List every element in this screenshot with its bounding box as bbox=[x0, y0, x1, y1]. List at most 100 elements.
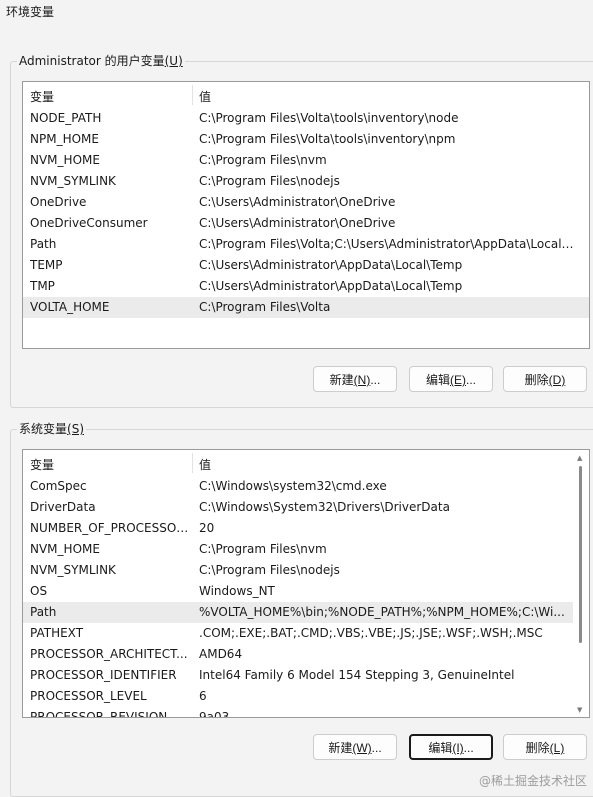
variable-value: C:\Users\Administrator\AppData\Local\Tem… bbox=[199, 258, 463, 272]
table-row[interactable]: PATHEXT .COM;.EXE;.BAT;.CMD;.VBS;.VBE;.JS… bbox=[23, 623, 589, 644]
variable-name: NVM_HOME bbox=[30, 153, 100, 167]
variable-name: DriverData bbox=[30, 500, 96, 514]
user-new-button[interactable]: 新建(N)... bbox=[313, 366, 397, 392]
system-variables-scrollbar[interactable]: ▲ ▼ bbox=[573, 450, 589, 717]
table-row[interactable]: NVM_HOME C:\Program Files\nvm bbox=[23, 539, 589, 560]
table-row[interactable]: OneDrive C:\Users\Administrator\OneDrive bbox=[23, 192, 589, 213]
variable-name: PROCESSOR_LEVEL bbox=[30, 689, 147, 703]
column-header-value[interactable]: 值 bbox=[199, 456, 211, 473]
variable-name: TEMP bbox=[30, 258, 63, 272]
table-row[interactable]: NVM_SYMLINK C:\Program Files\nodejs bbox=[23, 171, 589, 192]
user-new-suffix: ... bbox=[370, 373, 381, 387]
system-edit-button[interactable]: 编辑(I)... bbox=[409, 734, 493, 760]
table-row[interactable]: PROCESSOR_LEVEL 6 bbox=[23, 686, 589, 707]
variable-value: 9a03 bbox=[199, 710, 230, 718]
table-row[interactable]: NPM_HOME C:\Program Files\Volta\tools\inv… bbox=[23, 129, 589, 150]
variable-value: C:\Program Files\Volta bbox=[199, 300, 331, 314]
variable-value: AMD64 bbox=[199, 647, 243, 661]
variable-value: .COM;.EXE;.BAT;.CMD;.VBS;.VBE;.JS;.JSE;.… bbox=[199, 626, 543, 640]
table-row[interactable]: NUMBER_OF_PROCESSORS 20 bbox=[23, 518, 589, 539]
variable-value: C:\Program Files\Volta\tools\inventory\n… bbox=[199, 111, 459, 125]
variable-value: C:\Program Files\nvm bbox=[199, 542, 327, 556]
user-new-label: 新建 bbox=[329, 373, 354, 387]
system-new-mnemonic: (W) bbox=[352, 741, 372, 755]
user-variables-label: Administrator 的用户变量 bbox=[19, 54, 165, 68]
variable-name: Path bbox=[30, 237, 57, 251]
system-edit-suffix: ... bbox=[463, 741, 474, 755]
table-row[interactable]: TEMP C:\Users\Administrator\AppData\Local… bbox=[23, 255, 589, 276]
system-new-label: 新建 bbox=[328, 741, 353, 755]
variable-name: OneDriveConsumer bbox=[30, 216, 148, 230]
variable-value: %VOLTA_HOME%\bin;%NODE_PATH%;%NPM_HOME%;… bbox=[199, 605, 565, 619]
user-edit-button[interactable]: 编辑(E)... bbox=[409, 366, 493, 392]
user-edit-label: 编辑 bbox=[425, 373, 450, 387]
system-delete-label: 删除 bbox=[525, 741, 550, 755]
user-variables-list[interactable]: 变量 值 NODE_PATH C:\Program Files\Volta\too… bbox=[22, 81, 590, 349]
user-delete-mnemonic: (D) bbox=[548, 373, 566, 387]
variable-value: 20 bbox=[199, 521, 215, 535]
user-variables-rows: NODE_PATH C:\Program Files\Volta\tools\in… bbox=[23, 108, 589, 318]
user-variables-mnemonic: (U) bbox=[164, 54, 183, 68]
table-row[interactable]: VOLTA_HOME C:\Program Files\Volta bbox=[23, 297, 589, 318]
system-delete-button[interactable]: 删除(L) bbox=[503, 734, 587, 760]
system-new-button[interactable]: 新建(W)... bbox=[313, 734, 397, 760]
table-row[interactable]: TMP C:\Users\Administrator\AppData\Local\… bbox=[23, 276, 589, 297]
table-row[interactable]: ComSpec C:\Windows\system32\cmd.exe bbox=[23, 476, 589, 497]
column-header-name[interactable]: 变量 bbox=[30, 456, 54, 473]
variable-name: NPM_HOME bbox=[30, 132, 99, 146]
table-row[interactable]: PROCESSOR_ARCHITECT... AMD64 bbox=[23, 644, 589, 665]
system-variables-label: 系统变量 bbox=[19, 422, 68, 436]
column-header-name[interactable]: 变量 bbox=[30, 88, 54, 105]
user-delete-button[interactable]: 删除(D) bbox=[503, 366, 587, 392]
system-edit-mnemonic: (I) bbox=[452, 741, 464, 755]
system-variables-header: 变量 值 bbox=[23, 450, 589, 476]
column-divider[interactable] bbox=[192, 85, 193, 105]
table-row[interactable]: NVM_SYMLINK C:\Program Files\nodejs bbox=[23, 560, 589, 581]
variable-value: C:\Program Files\Volta;C:\Users\Administ… bbox=[199, 237, 577, 251]
variable-name: TMP bbox=[30, 279, 55, 293]
variable-value: C:\Windows\system32\cmd.exe bbox=[199, 479, 387, 493]
scroll-up-arrow-icon[interactable]: ▲ bbox=[577, 454, 582, 462]
scrollbar-thumb[interactable] bbox=[579, 466, 582, 643]
table-row[interactable]: NODE_PATH C:\Program Files\Volta\tools\in… bbox=[23, 108, 589, 129]
column-header-value[interactable]: 值 bbox=[199, 88, 211, 105]
table-row[interactable]: Path %VOLTA_HOME%\bin;%NODE_PATH%;%NPM_HO… bbox=[23, 602, 589, 623]
variable-name: NVM_SYMLINK bbox=[30, 563, 116, 577]
user-delete-label: 删除 bbox=[524, 373, 549, 387]
table-row[interactable]: PROCESSOR_REVISION 9a03 bbox=[23, 707, 589, 718]
window-title: 环境变量 bbox=[6, 5, 55, 19]
variable-value: C:\Users\Administrator\OneDrive bbox=[199, 195, 396, 209]
table-row[interactable]: OS Windows_NT bbox=[23, 581, 589, 602]
variable-name: PATHEXT bbox=[30, 626, 84, 640]
table-row[interactable]: PROCESSOR_IDENTIFIER Intel64 Family 6 Mod… bbox=[23, 665, 589, 686]
variable-name: VOLTA_HOME bbox=[30, 300, 110, 314]
system-variables-legend: 系统变量(S) bbox=[17, 421, 86, 437]
user-edit-mnemonic: (E) bbox=[450, 373, 466, 387]
table-row[interactable]: Path C:\Program Files\Volta;C:\Users\Admi… bbox=[23, 234, 589, 255]
variable-name: NVM_HOME bbox=[30, 542, 100, 556]
column-divider[interactable] bbox=[192, 453, 193, 473]
variable-name: NUMBER_OF_PROCESSORS bbox=[30, 521, 190, 535]
variable-value: C:\Program Files\nodejs bbox=[199, 174, 340, 188]
system-variables-list[interactable]: 变量 值 ComSpec C:\Windows\system32\cmd.exe D… bbox=[22, 449, 590, 718]
system-delete-mnemonic: (L) bbox=[549, 741, 565, 755]
user-variables-header: 变量 值 bbox=[23, 82, 589, 108]
variable-value: 6 bbox=[199, 689, 207, 703]
variable-name: PROCESSOR_ARCHITECT... bbox=[30, 647, 188, 661]
table-row[interactable]: NVM_HOME C:\Program Files\nvm bbox=[23, 150, 589, 171]
watermark: @稀土掘金技术社区 bbox=[478, 774, 587, 788]
user-variables-legend: Administrator 的用户变量(U) bbox=[17, 53, 185, 69]
variable-value: C:\Program Files\nvm bbox=[199, 153, 327, 167]
variable-value: Intel64 Family 6 Model 154 Stepping 3, G… bbox=[199, 668, 515, 682]
variable-name: NODE_PATH bbox=[30, 111, 102, 125]
variable-name: Path bbox=[30, 605, 57, 619]
variable-name: PROCESSOR_IDENTIFIER bbox=[30, 668, 177, 682]
table-row[interactable]: DriverData C:\Windows\System32\Drivers\Dr… bbox=[23, 497, 589, 518]
variable-name: OS bbox=[30, 584, 48, 598]
variable-name: ComSpec bbox=[30, 479, 87, 493]
user-edit-suffix: ... bbox=[466, 373, 477, 387]
user-new-mnemonic: (N) bbox=[353, 373, 371, 387]
system-new-suffix: ... bbox=[371, 741, 382, 755]
scroll-down-arrow-icon[interactable]: ▼ bbox=[577, 706, 582, 714]
table-row[interactable]: OneDriveConsumer C:\Users\Administrator\O… bbox=[23, 213, 589, 234]
